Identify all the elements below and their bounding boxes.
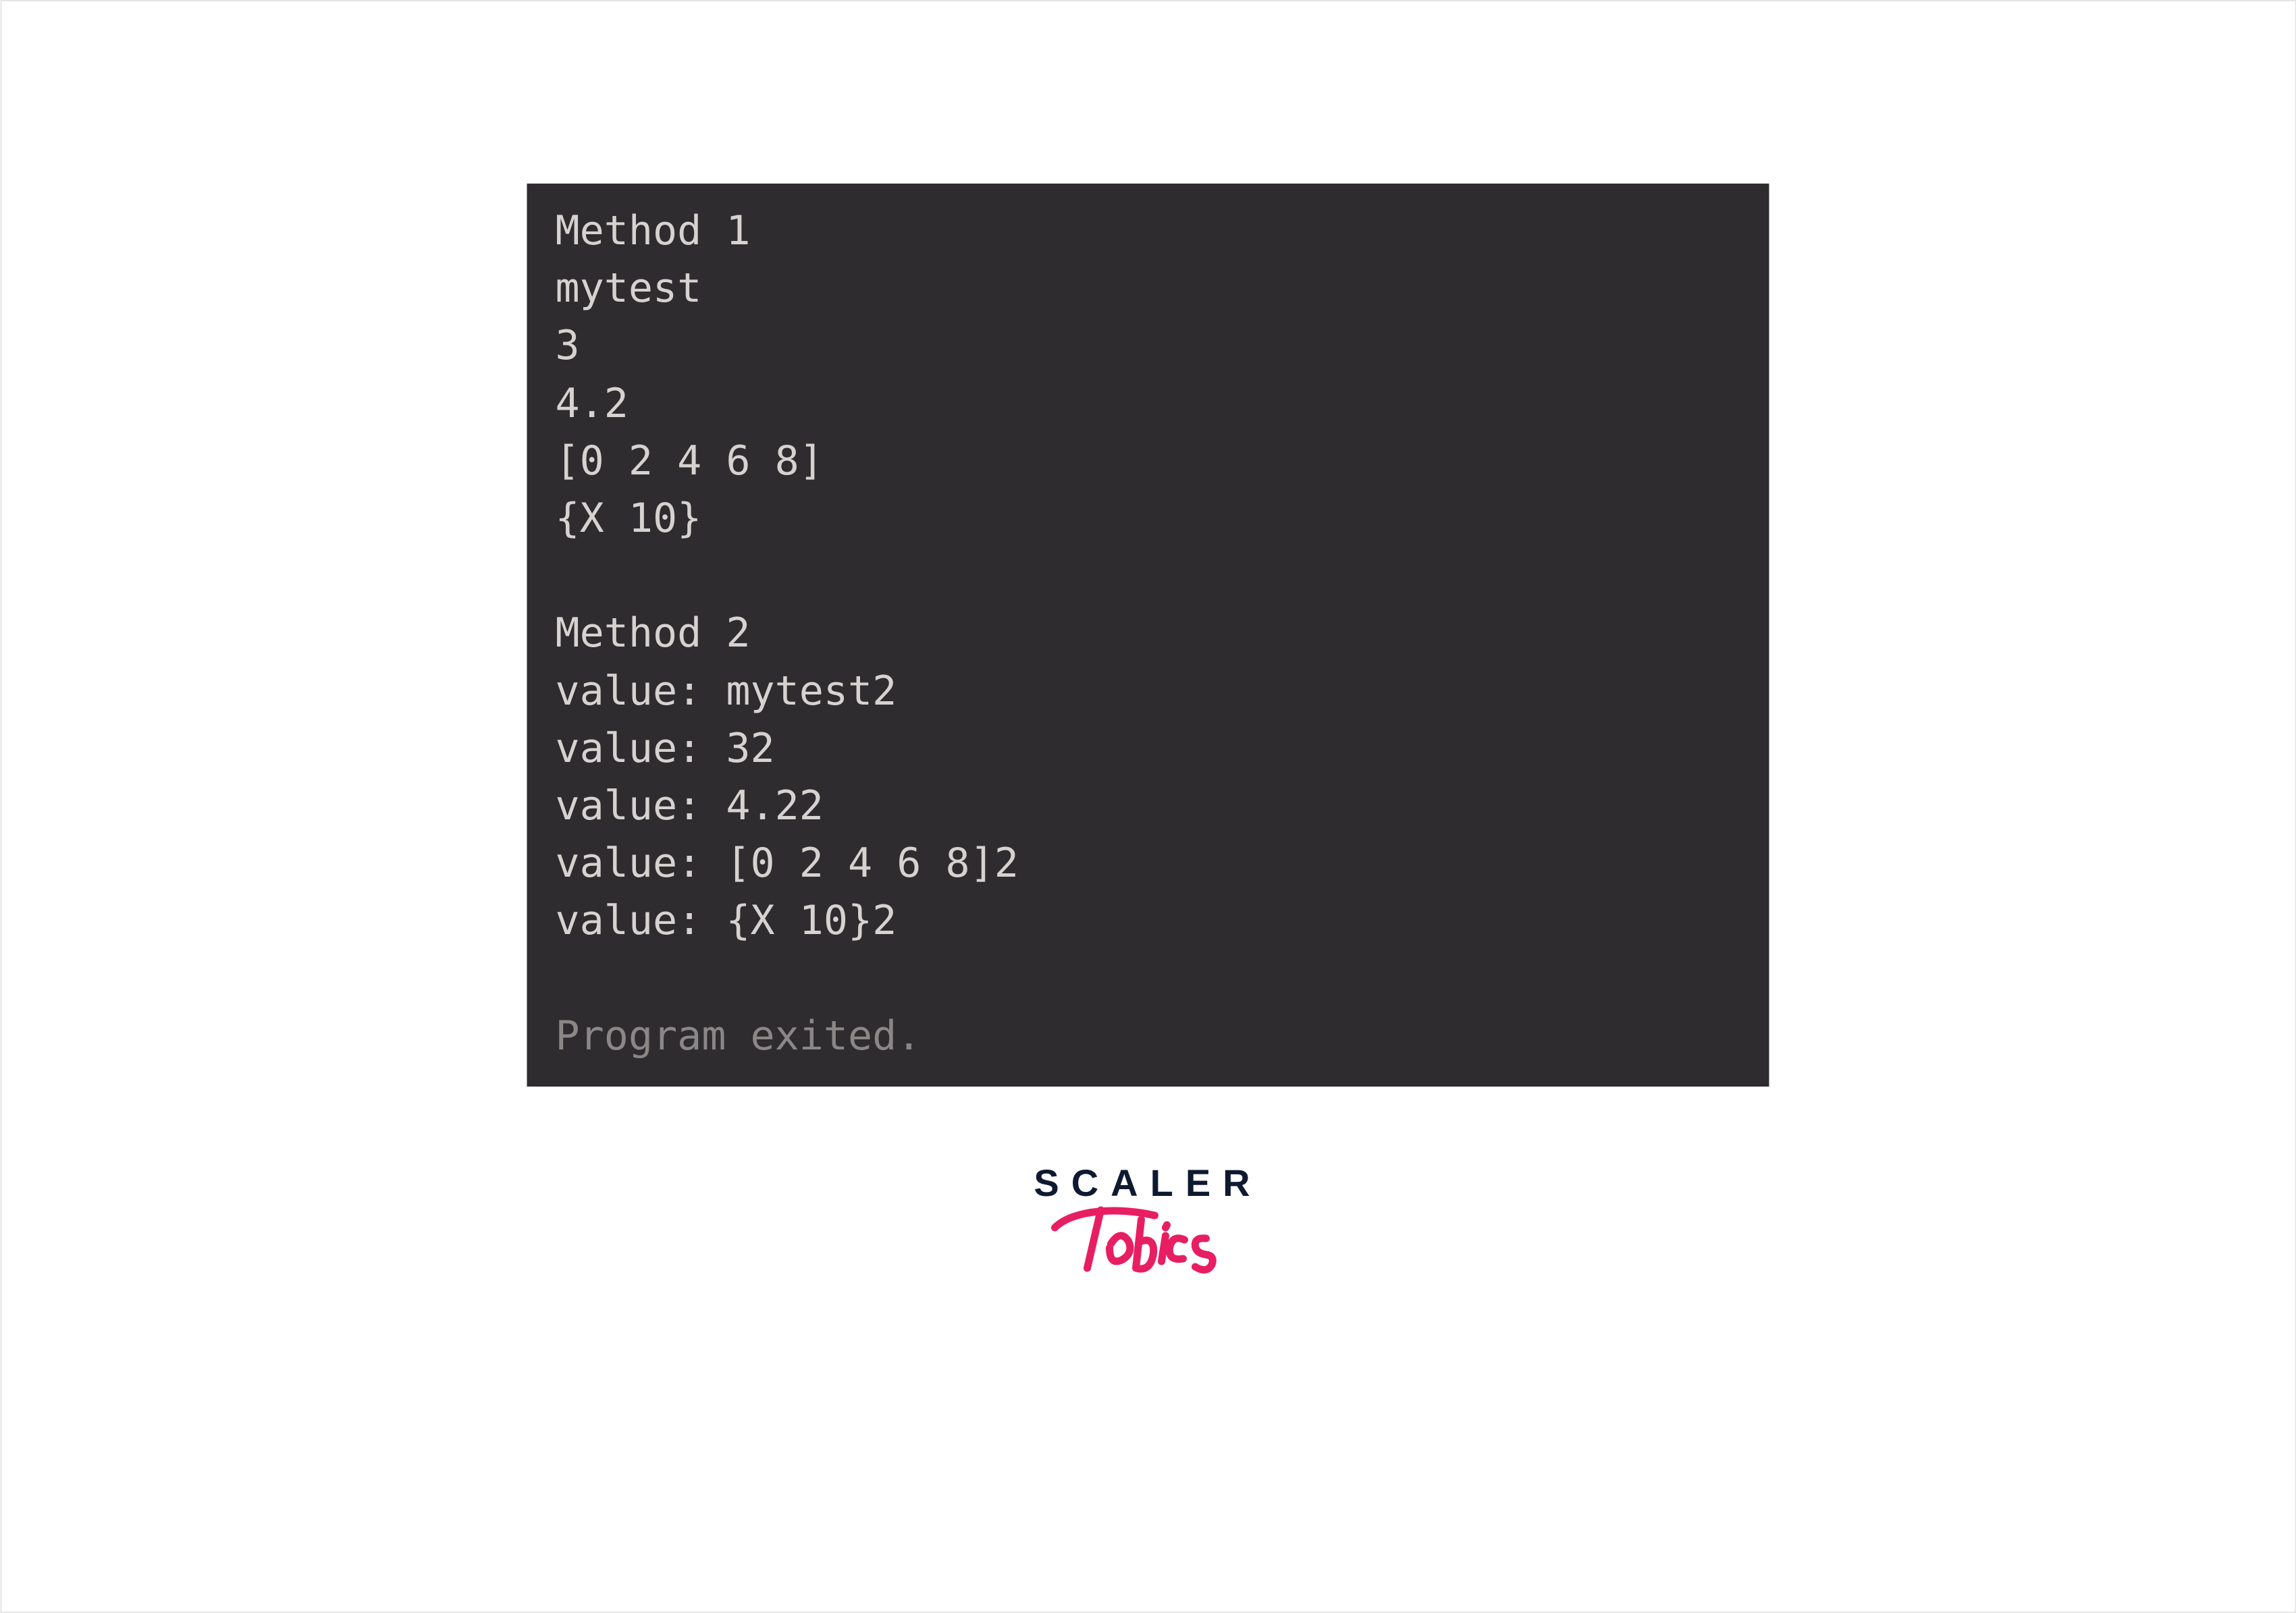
- page-container: Method 1 mytest 3 4.2 [0 2 4 6 8] {X 10}…: [0, 0, 2296, 1613]
- terminal-output: Method 1 mytest 3 4.2 [0 2 4 6 8] {X 10}…: [527, 184, 1769, 1087]
- terminal-exit-line: Program exited.: [556, 1012, 922, 1060]
- scaler-topics-logo: SCALER: [1034, 1164, 1262, 1286]
- topics-script-icon: [1046, 1195, 1249, 1283]
- logo-word-topics: [1046, 1195, 1249, 1286]
- terminal-lines: Method 1 mytest 3 4.2 [0 2 4 6 8] {X 10}…: [556, 207, 1019, 944]
